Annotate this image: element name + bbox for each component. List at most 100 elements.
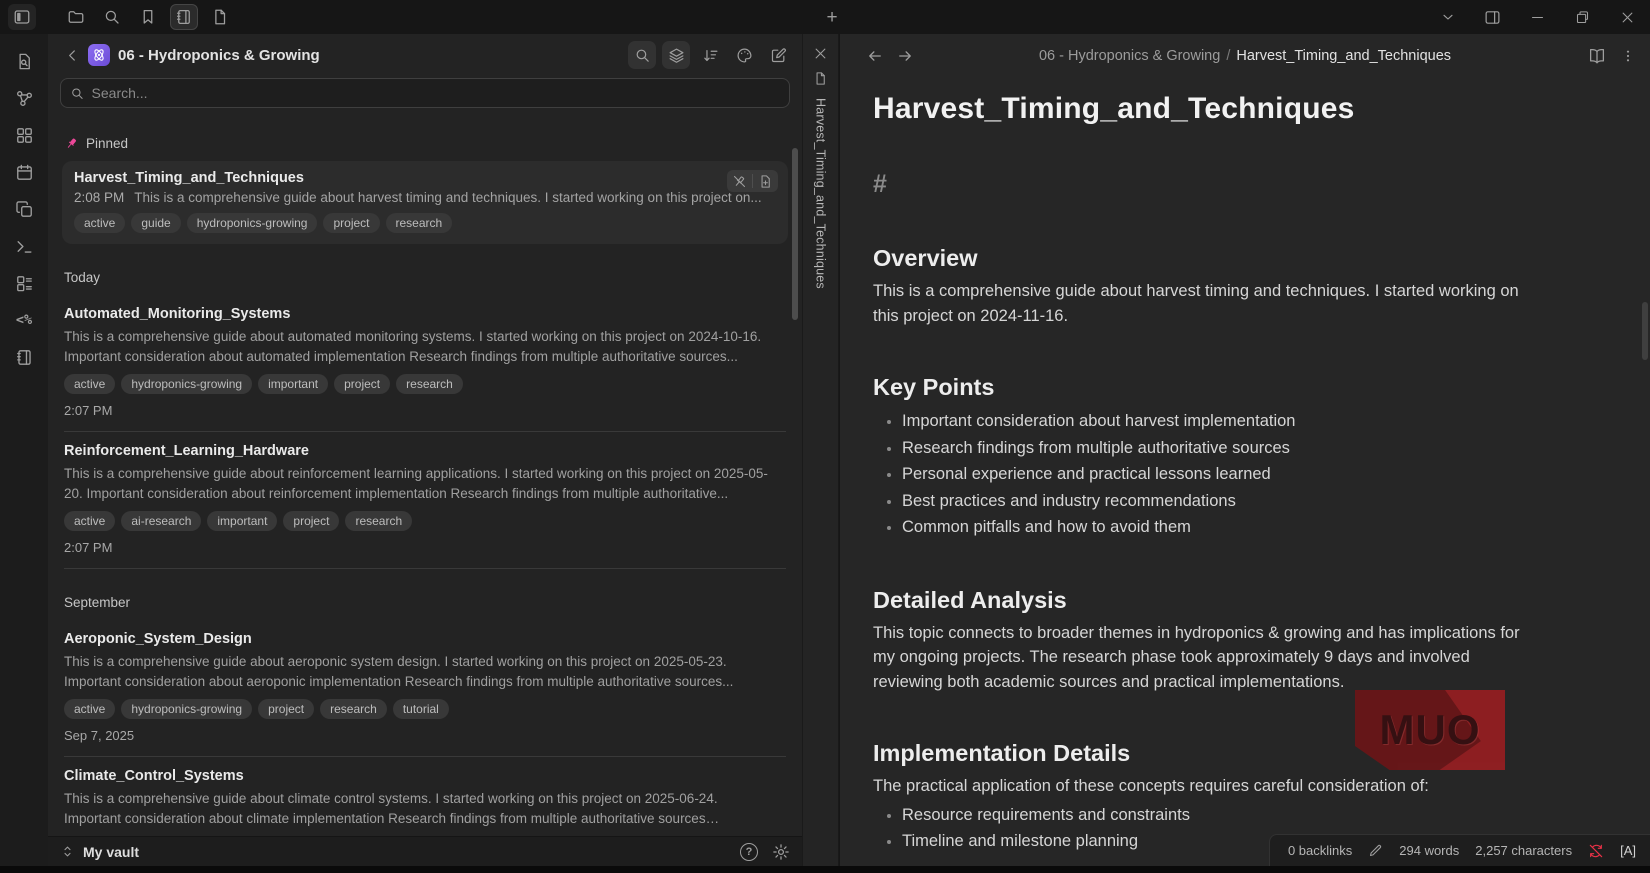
note-preview: This is a comprehensive guide about clim… xyxy=(64,791,718,826)
templater-icon: <% xyxy=(15,312,33,328)
unpin-icon xyxy=(733,175,746,187)
left-ribbon: <% xyxy=(0,34,48,866)
note-list-item[interactable]: Automated_Monitoring_Systems This is a c… xyxy=(64,295,786,432)
status-bar: 0 backlinks 294 words 2,257 characters [… xyxy=(1268,834,1650,866)
editor-header: 06 - Hydroponics & Growing / Harvest_Timin… xyxy=(840,34,1650,78)
new-tab-button[interactable]: + xyxy=(818,4,846,30)
list-scrollbar-thumb[interactable] xyxy=(792,148,798,320)
editor-section: Key Points Important consideration about… xyxy=(873,374,1610,541)
pinned-note-card[interactable]: Harvest_Timing_and_Techniques 2:08 PM Th… xyxy=(62,161,788,244)
note-list-section: September Aeroponic_System_Design This i… xyxy=(48,595,802,836)
tag-pill[interactable]: hydroponics-growing xyxy=(121,699,253,719)
stacked-tab-strip[interactable]: Harvest_Timing_and_Techniques xyxy=(802,34,839,866)
navigate-forward-icon[interactable] xyxy=(896,47,914,65)
note-tags: active ai-research important project researc… xyxy=(64,511,786,531)
word-count: 294 words xyxy=(1399,843,1460,858)
terminal-icon xyxy=(16,240,32,253)
navigate-back-icon[interactable] xyxy=(866,47,884,65)
copy-note-button[interactable] xyxy=(11,198,37,220)
note-content[interactable]: Harvest_Timing_and_Techniques # Overview… xyxy=(840,78,1650,855)
search-icon xyxy=(72,87,83,99)
note-list-scroll-area[interactable]: Pinned Harvest_Timing_and_Techniques 2:0… xyxy=(48,110,802,836)
tag-pill[interactable]: ai-research xyxy=(121,511,202,531)
breadcrumb-note[interactable]: Harvest_Timing_and_Techniques xyxy=(1236,48,1451,64)
templater-button[interactable]: <% xyxy=(11,309,37,331)
global-search-button[interactable] xyxy=(98,4,126,30)
terminal-button[interactable] xyxy=(11,235,37,257)
vault-bar: My vault ? xyxy=(48,836,802,866)
tag-pill[interactable]: hydroponics-growing xyxy=(121,374,253,394)
back-button[interactable] xyxy=(60,43,84,67)
layout-list-button[interactable] xyxy=(11,272,37,294)
tag-pill[interactable]: project xyxy=(334,374,391,394)
restore-button[interactable] xyxy=(1560,0,1605,34)
mode-indicator[interactable]: [A] xyxy=(1620,843,1636,858)
empty-heading-marker: # xyxy=(873,170,887,198)
calendar-button[interactable] xyxy=(11,161,37,183)
note-title: Harvest_Timing_and_Techniques xyxy=(74,170,304,186)
quick-switcher-button[interactable] xyxy=(11,50,37,72)
bookmarks-button[interactable] xyxy=(134,4,162,30)
tag-pill[interactable]: research xyxy=(385,213,453,233)
toggle-left-sidebar-button[interactable] xyxy=(8,4,36,30)
bullet-item: Important consideration about harvest im… xyxy=(902,408,1523,435)
note-list-item[interactable]: Aeroponic_System_Design This is a compre… xyxy=(64,620,786,757)
section-header: Today xyxy=(64,270,101,285)
tag-pill[interactable]: project xyxy=(283,511,340,531)
stacked-tab-title[interactable]: Harvest_Timing_and_Techniques xyxy=(814,98,828,289)
tag-pill[interactable]: important xyxy=(258,374,329,394)
tag-pill[interactable]: project xyxy=(258,699,315,719)
more-options-icon[interactable] xyxy=(1620,48,1636,64)
help-button[interactable]: ? xyxy=(740,842,758,861)
notebook-view-button-active[interactable] xyxy=(170,4,198,30)
list-search-button[interactable] xyxy=(628,41,656,69)
open-note-button[interactable] xyxy=(753,170,778,192)
unpin-button[interactable] xyxy=(727,170,752,192)
tag-pill[interactable]: tutorial xyxy=(392,699,449,719)
search-input[interactable] xyxy=(91,85,780,101)
edit-mode-icon[interactable] xyxy=(1368,843,1383,858)
breadcrumb-folder[interactable]: 06 - Hydroponics & Growing xyxy=(1039,48,1220,64)
graph-view-button[interactable] xyxy=(11,87,37,109)
tag-pill[interactable]: guide xyxy=(131,213,181,233)
tag-pill[interactable]: research xyxy=(320,699,387,719)
new-note-button[interactable] xyxy=(764,41,792,69)
tag-pill[interactable]: active xyxy=(64,374,116,394)
tag-pill[interactable]: project xyxy=(323,213,380,233)
vault-switcher-icon[interactable] xyxy=(60,844,75,859)
folder-app-icon xyxy=(88,44,110,66)
tag-pill[interactable]: research xyxy=(345,511,413,531)
dashboard-button[interactable] xyxy=(11,124,37,146)
backlinks-count[interactable]: 0 backlinks xyxy=(1288,843,1352,858)
sort-button[interactable] xyxy=(696,41,724,69)
appearance-button[interactable] xyxy=(730,41,758,69)
tag-pill[interactable]: active xyxy=(74,213,126,233)
group-by-button[interactable] xyxy=(662,41,690,69)
note-list-panel: 06 - Hydroponics & Growing Search... Pin… xyxy=(48,34,802,866)
close-tab-icon[interactable] xyxy=(813,46,828,61)
open-folder-button[interactable] xyxy=(62,4,90,30)
new-file-button[interactable] xyxy=(206,4,234,30)
vault-name[interactable]: My vault xyxy=(83,844,139,860)
window-menu-button[interactable] xyxy=(1425,0,1470,34)
character-count: 2,257 characters xyxy=(1475,843,1573,858)
tag-pill[interactable]: active xyxy=(64,699,116,719)
tag-pill[interactable]: important xyxy=(207,511,278,531)
close-window-button[interactable] xyxy=(1605,0,1650,34)
muo-watermark-logo: MUO xyxy=(1355,690,1505,770)
tag-pill[interactable]: active xyxy=(64,511,116,531)
reading-view-icon[interactable] xyxy=(1588,47,1606,65)
calendar-icon xyxy=(16,164,32,180)
note-list-item[interactable]: Reinforcement_Learning_Hardware This is … xyxy=(64,432,786,569)
tag-pill[interactable]: hydroponics-growing xyxy=(186,213,318,233)
settings-gear-icon[interactable] xyxy=(772,843,790,861)
search-field[interactable] xyxy=(60,78,790,108)
sync-off-icon[interactable] xyxy=(1588,843,1604,859)
editor-scrollbar-thumb[interactable] xyxy=(1642,302,1648,360)
bullet-item: Research findings from multiple authorit… xyxy=(902,435,1523,462)
tag-pill[interactable]: research xyxy=(396,374,463,394)
toggle-right-sidebar-button[interactable] xyxy=(1470,0,1515,34)
journal-button[interactable] xyxy=(11,346,37,368)
note-list-item[interactable]: Climate_Control_Systems This is a compre… xyxy=(64,757,786,836)
minimize-button[interactable] xyxy=(1515,0,1560,34)
